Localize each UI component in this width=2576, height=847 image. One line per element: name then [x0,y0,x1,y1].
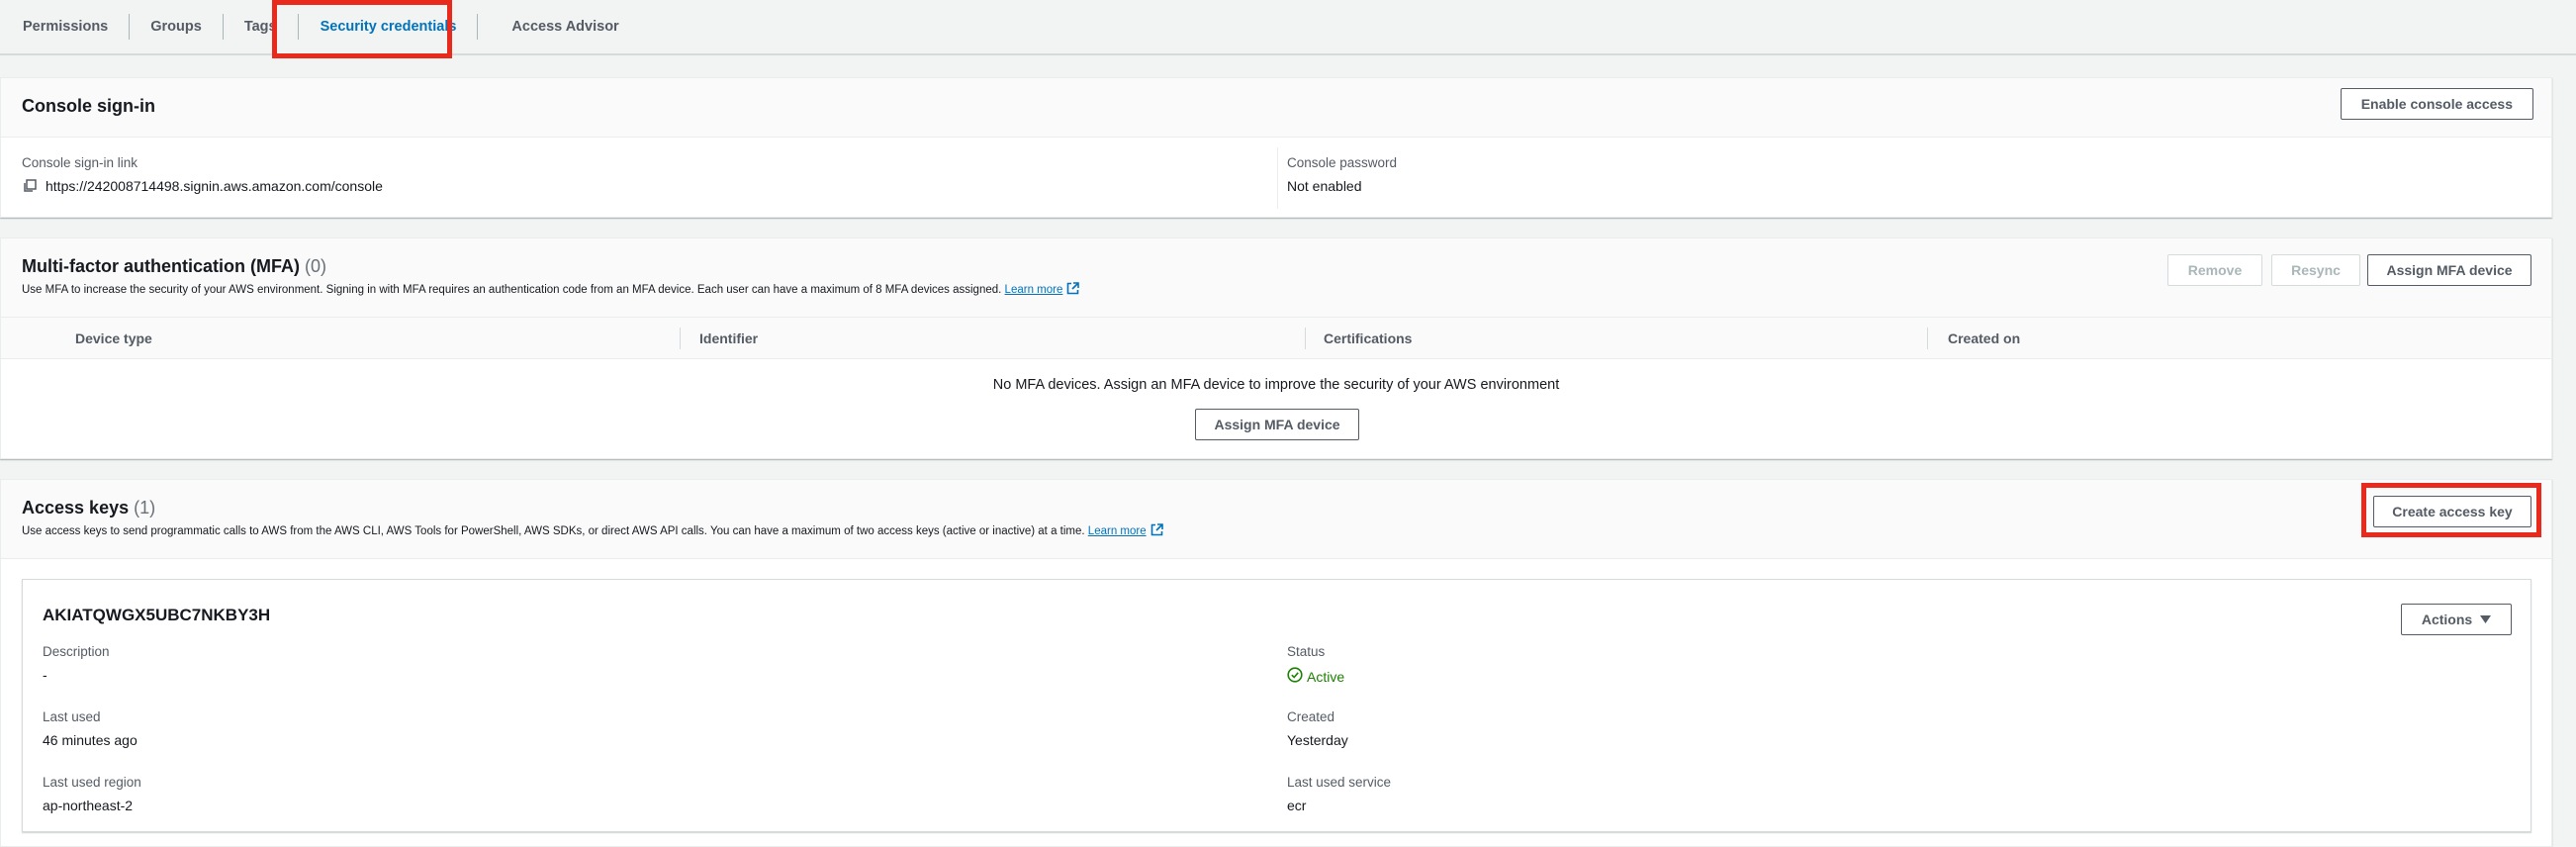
mfa-description: Use MFA to increase the security of your… [22,282,1080,298]
tab-groups[interactable]: Groups [130,14,224,40]
enable-console-access-button[interactable]: Enable console access [2340,88,2533,120]
access-keys-panel: Access keys (1) Use access keys to send … [0,479,2552,847]
access-keys-title: Access keys (1) [22,498,155,518]
key-last-service-label: Last used service [1287,775,1392,790]
check-circle-icon [1287,667,1303,686]
console-password-value: Not enabled [1287,178,1362,194]
key-status-field: Status Active [1287,644,1344,686]
tab-tags[interactable]: Tags [224,14,299,40]
key-last-region-label: Last used region [43,775,141,790]
actions-dropdown-button[interactable]: Actions [2401,604,2512,635]
signin-link-field: Console sign-in link https://24200871449… [22,155,383,194]
assign-mfa-device-button[interactable]: Assign MFA device [2367,254,2531,286]
mfa-empty-message: No MFA devices. Assign an MFA device to … [992,377,1560,393]
actions-label: Actions [2421,612,2473,627]
tab-security-credentials[interactable]: Security credentials [299,14,479,40]
key-last-region-field: Last used region ap-northeast-2 [43,775,141,813]
external-link-icon [1150,523,1163,539]
key-status-label: Status [1287,644,1326,659]
key-status-value: Active [1307,668,1345,685]
mfa-header: Multi-factor authentication (MFA) (0) Us… [1,238,2551,318]
mfa-title: Multi-factor authentication (MFA) (0) [22,256,326,277]
assign-mfa-device-empty-button[interactable]: Assign MFA device [1195,409,1359,440]
access-keys-description: Use access keys to send programmatic cal… [22,523,1163,539]
console-signin-header: Console sign-in Enable console access [1,78,2551,138]
key-created-label: Created [1287,709,1335,724]
access-keys-title-text: Access keys [22,498,130,518]
key-last-used-value: 46 minutes ago [43,732,138,748]
column-created-on: Created on [1948,330,2021,346]
tab-bar: Permissions Groups Tags Security credent… [0,0,2576,55]
console-signin-panel: Console sign-in Enable console access Co… [0,77,2552,218]
key-last-region-value: ap-northeast-2 [43,798,134,813]
mfa-title-text: Multi-factor authentication (MFA) [22,256,300,276]
access-key-id: AKIATQWGX5UBC7NKBY3H [43,606,271,624]
column-device-type: Device type [75,330,152,346]
access-keys-learn-more-link[interactable]: Learn more [1088,525,1147,537]
caret-down-icon [2480,605,2492,634]
copy-icon[interactable] [22,179,40,193]
mfa-description-text: Use MFA to increase the security of your… [22,284,1002,296]
mfa-table-header: Device type Identifier Certifications Cr… [1,318,2551,359]
remove-mfa-button[interactable]: Remove [2167,254,2262,286]
key-last-service-value: ecr [1287,798,1307,813]
signin-link-value[interactable]: https://242008714498.signin.aws.amazon.c… [46,178,383,194]
resync-mfa-button[interactable]: Resync [2271,254,2360,286]
key-status-row: Active [1287,667,1344,686]
key-created-field: Created Yesterday [1287,709,1348,748]
mfa-panel: Multi-factor authentication (MFA) (0) Us… [0,237,2552,459]
column-separator [1927,328,1928,349]
column-separator [1305,328,1306,349]
column-identifier: Identifier [699,330,759,346]
access-key-card: AKIATQWGX5UBC7NKBY3H Actions Description… [22,579,2531,832]
signin-link-label: Console sign-in link [22,155,138,170]
column-certifications: Certifications [1324,330,1413,346]
key-description-label: Description [43,644,110,659]
key-last-used-field: Last used 46 minutes ago [43,709,138,748]
tab-access-advisor[interactable]: Access Advisor [478,14,639,40]
mfa-count: (0) [305,256,326,276]
external-link-icon [1066,282,1080,298]
signin-link-row: https://242008714498.signin.aws.amazon.c… [22,178,383,194]
console-password-field: Console password Not enabled [1287,155,1397,194]
mfa-learn-more-link[interactable]: Learn more [1005,284,1063,296]
create-access-key-button[interactable]: Create access key [2373,496,2531,527]
access-keys-count: (1) [134,498,156,518]
access-keys-description-text: Use access keys to send programmatic cal… [22,525,1085,537]
column-separator [680,328,681,349]
key-created-value: Yesterday [1287,732,1348,748]
column-divider [1277,147,1278,209]
console-password-label: Console password [1287,155,1398,170]
tab-permissions[interactable]: Permissions [0,14,131,40]
key-description-value: - [43,667,47,683]
console-signin-title: Console sign-in [22,96,155,116]
key-last-used-label: Last used [43,709,101,724]
key-last-service-field: Last used service ecr [1287,775,1391,813]
access-keys-header: Access keys (1) Use access keys to send … [1,480,2551,559]
key-description-field: Description - [43,644,110,683]
